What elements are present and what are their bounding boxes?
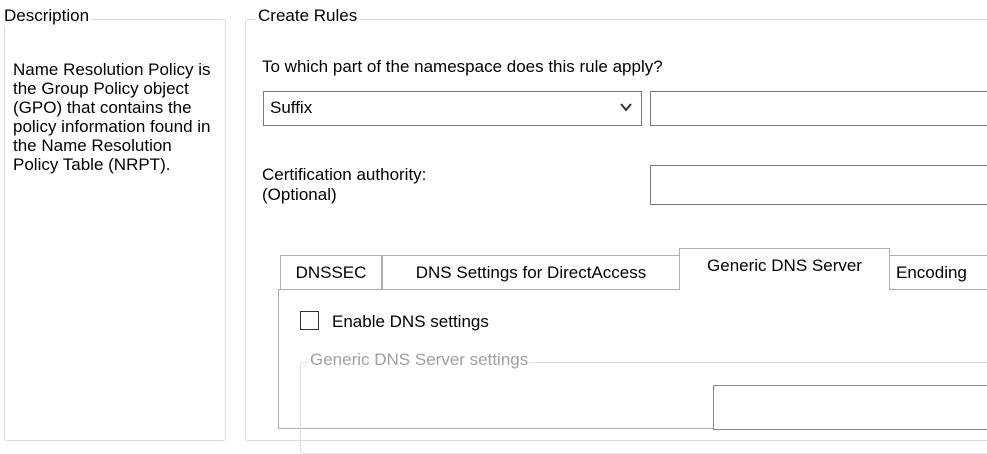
tab-dns-settings-for-directaccess[interactable]: DNS Settings for DirectAccess [382,255,680,289]
certification-authority-input[interactable] [650,165,987,205]
namespace-dropdown-value: Suffix [270,98,313,117]
tab-encoding[interactable]: Encoding [889,255,987,289]
description-text: Name Resolution Policy is the Group Poli… [13,60,211,174]
generic-dns-server-settings-title: Generic DNS Server settings [308,350,531,370]
namespace-dropdown[interactable]: Suffix [263,91,642,126]
create-rules-group-title: Create Rules [256,6,360,26]
tab-generic-dns-server[interactable]: Generic DNS Server [679,248,890,290]
certification-authority-optional-label: (Optional) [262,185,337,204]
tab-dnssec[interactable]: DNSSEC [280,255,382,289]
generic-dns-server-input[interactable] [713,385,987,430]
enable-dns-settings-checkbox[interactable] [300,311,319,330]
certification-authority-label: Certification authority: [262,165,427,184]
namespace-question-label: To which part of the namespace does this… [262,57,663,76]
enable-dns-settings-label[interactable]: Enable DNS settings [332,312,489,332]
description-group-title: Description [2,6,92,26]
namespace-value-input[interactable] [650,91,987,126]
chevron-down-icon [620,103,632,112]
